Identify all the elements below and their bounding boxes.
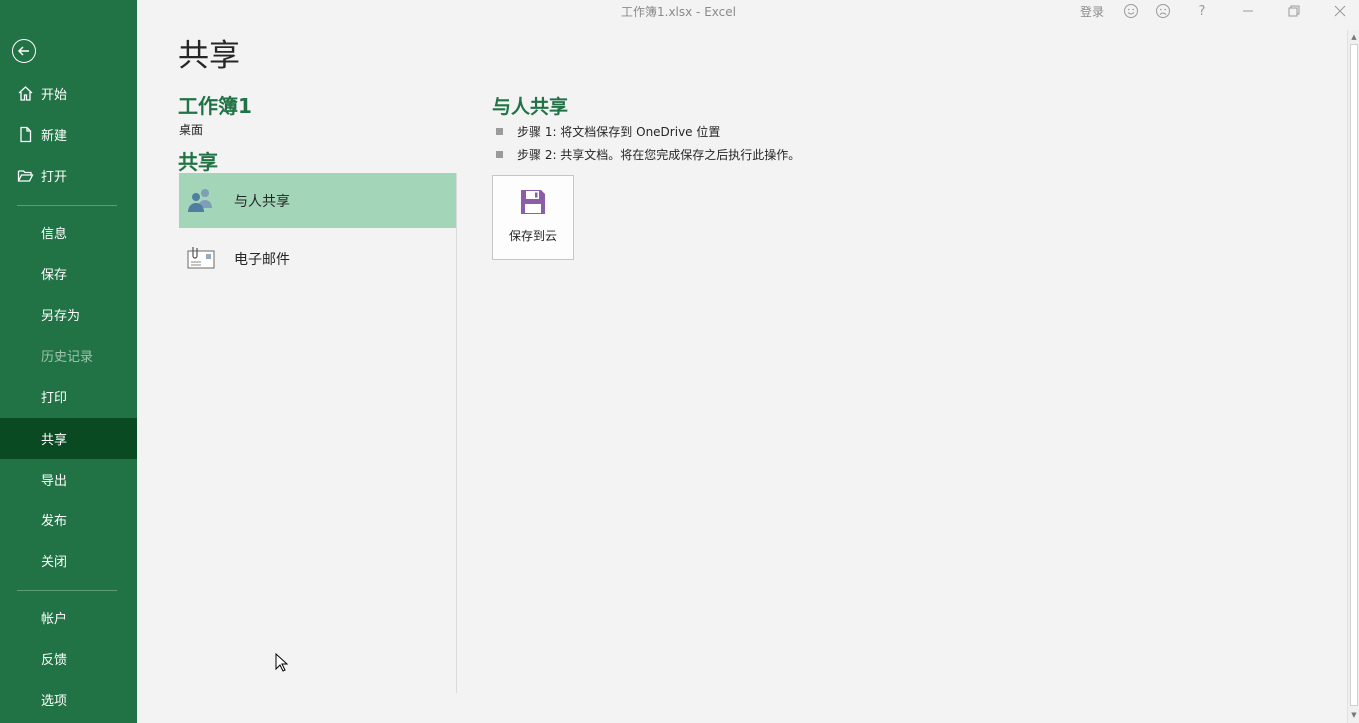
scroll-down-icon[interactable]: ▼ (1349, 710, 1359, 720)
step-item: 步骤 1: 将文档保存到 OneDrive 位置 (496, 123, 720, 140)
step-text: 步骤 2: 共享文档。将在您完成保存之后执行此操作。 (517, 148, 801, 162)
smile-icon[interactable] (1122, 2, 1140, 20)
option-label: 电子邮件 (234, 251, 290, 268)
nav-publish[interactable]: 发布 (0, 499, 137, 540)
nav-label: 开始 (41, 88, 68, 103)
nav-label: 新建 (41, 129, 68, 144)
step-item: 步骤 2: 共享文档。将在您完成保存之后执行此操作。 (496, 146, 800, 163)
nav-open[interactable]: 打开 (0, 155, 137, 196)
window-title: 工作簿1.xlsx - Excel (621, 5, 736, 19)
people-icon (185, 184, 217, 216)
back-arrow-icon[interactable] (12, 39, 36, 63)
save-disk-icon (520, 189, 546, 215)
nav-label: 历史记录 (41, 350, 94, 365)
document-name: 工作簿1 (178, 94, 252, 118)
nav-label: 选项 (41, 694, 68, 709)
nav-label: 关闭 (41, 555, 68, 570)
email-option[interactable]: 电子邮件 (179, 231, 456, 286)
nav-new[interactable]: 新建 (0, 114, 137, 155)
new-doc-icon (17, 126, 34, 143)
backstage-sidebar: 开始 新建 打开 信息 保存 另存为 历史记录 打印 共享 导出 发布 关闭 帐… (0, 0, 137, 723)
vertical-scrollbar[interactable]: ▲ ▼ (1347, 30, 1359, 723)
bullet-icon (496, 128, 503, 135)
nav-save-as[interactable]: 另存为 (0, 294, 137, 335)
panel-divider (456, 173, 457, 693)
page-title: 共享 (178, 38, 240, 74)
share-with-people-option[interactable]: 与人共享 (179, 173, 456, 228)
frown-icon[interactable] (1154, 2, 1172, 20)
nav-feedback[interactable]: 反馈 (0, 638, 137, 679)
detail-heading: 与人共享 (492, 96, 569, 118)
title-bar: 工作簿1.xlsx - Excel 登录 ? (137, 0, 1359, 24)
nav-label: 共享 (41, 433, 68, 448)
nav-label: 发布 (41, 514, 68, 529)
nav-history: 历史记录 (0, 335, 137, 376)
nav-account[interactable]: 帐户 (0, 597, 137, 638)
minimize-icon[interactable] (1239, 2, 1257, 20)
nav-share[interactable]: 共享 (0, 418, 137, 459)
document-location: 桌面 (179, 123, 204, 137)
nav-close[interactable]: 关闭 (0, 540, 137, 581)
nav-label: 反馈 (41, 653, 68, 668)
save-to-cloud-button[interactable]: 保存到云 (492, 175, 574, 260)
help-icon[interactable]: ? (1193, 2, 1211, 20)
bullet-icon (496, 151, 503, 158)
nav-label: 打印 (41, 391, 68, 406)
nav-label: 打开 (41, 170, 68, 185)
nav-export[interactable]: 导出 (0, 459, 137, 500)
nav-label: 另存为 (41, 309, 81, 324)
email-icon (185, 242, 217, 274)
nav-label: 保存 (41, 268, 68, 283)
nav-save[interactable]: 保存 (0, 253, 137, 294)
option-label: 与人共享 (234, 193, 290, 210)
close-icon[interactable] (1331, 2, 1349, 20)
share-heading: 共享 (178, 150, 218, 174)
scrollbar-thumb[interactable] (1350, 44, 1358, 706)
mouse-cursor-icon (275, 653, 288, 672)
login-link[interactable]: 登录 (1080, 3, 1104, 20)
nav-home[interactable]: 开始 (0, 73, 137, 114)
nav-label: 帐户 (41, 612, 68, 627)
save-to-cloud-label: 保存到云 (508, 229, 557, 243)
step-text: 步骤 1: 将文档保存到 OneDrive 位置 (517, 125, 721, 139)
nav-options[interactable]: 选项 (0, 679, 137, 720)
nav-info[interactable]: 信息 (0, 212, 137, 253)
sidebar-divider (17, 205, 117, 206)
scroll-up-icon[interactable]: ▲ (1349, 32, 1359, 42)
nav-label: 导出 (41, 474, 68, 489)
nav-label: 信息 (41, 227, 68, 242)
restore-icon[interactable] (1285, 2, 1303, 20)
sidebar-divider (17, 590, 117, 591)
home-icon (17, 85, 34, 102)
nav-print[interactable]: 打印 (0, 376, 137, 417)
open-folder-icon (17, 167, 34, 184)
